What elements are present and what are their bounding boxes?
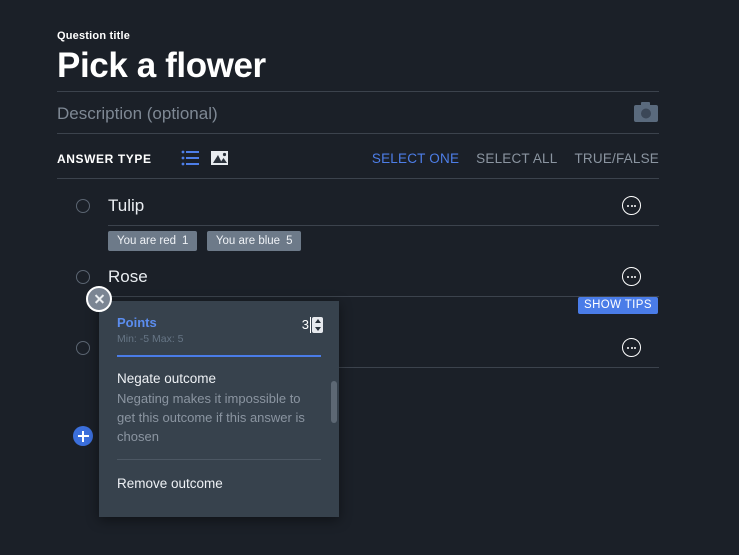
negate-outcome-label[interactable]: Negate outcome	[117, 369, 321, 388]
answer-type-divider	[57, 178, 659, 179]
popup-scrollbar-thumb[interactable]	[331, 381, 337, 423]
answer-type-bar: ANSWER TYPE SELECT ONE SELECT ALL TRUE/F…	[57, 148, 659, 172]
outcome-chip-points: 1	[182, 235, 189, 247]
ellipsis-dot	[627, 346, 630, 349]
outcome-chip-label: You are blue	[215, 235, 281, 247]
answer-text-input[interactable]: Tulip	[108, 194, 144, 218]
outcome-chip-label: You are red	[117, 235, 177, 247]
description-row: Description (optional)	[57, 100, 659, 132]
mode-true-false[interactable]: TRUE/FALSE	[574, 151, 659, 166]
outcome-chip[interactable]: You are blue 5	[206, 231, 302, 251]
question-editor-page: Question title Pick a flower Description…	[0, 0, 739, 555]
outcome-options-popup: Points Min: -5 Max: 5 3 Negate outcome N…	[99, 301, 339, 517]
ellipsis-dot	[633, 204, 636, 207]
outcome-chip-row: You are red 1 You are blue 5	[57, 226, 659, 257]
answer-text-input[interactable]: Rose	[108, 265, 148, 289]
answer-radio[interactable]	[76, 341, 90, 355]
answer-row: Rose	[57, 257, 659, 297]
answer-menu-button[interactable]	[622, 267, 641, 286]
points-label: Points	[117, 315, 157, 330]
ellipsis-dot	[627, 275, 630, 278]
answer-radio[interactable]	[76, 199, 90, 213]
description-input[interactable]: Description (optional)	[57, 102, 218, 126]
list-icon[interactable]	[181, 149, 201, 167]
mode-select-one[interactable]: SELECT ONE	[372, 151, 459, 166]
image-icon[interactable]	[210, 149, 230, 167]
camera-icon[interactable]	[633, 100, 659, 124]
show-tips-badge[interactable]: SHOW TIPS	[578, 297, 658, 314]
title-divider	[57, 91, 659, 92]
spinner-icon[interactable]	[312, 317, 323, 333]
ellipsis-dot	[633, 346, 636, 349]
points-stepper[interactable]: 3	[302, 317, 323, 333]
ellipsis-dot	[630, 346, 633, 349]
question-title-eyebrow: Question title	[57, 30, 131, 42]
mode-select-all[interactable]: SELECT ALL	[476, 151, 557, 166]
page-title[interactable]: Pick a flower	[57, 45, 659, 87]
close-icon[interactable]	[86, 286, 112, 312]
negate-outcome-item[interactable]: Negate outcome Negating makes it impossi…	[99, 357, 339, 459]
ellipsis-dot	[630, 275, 633, 278]
answer-radio[interactable]	[76, 270, 90, 284]
ellipsis-dot	[630, 204, 633, 207]
outcome-chip-points: 5	[286, 235, 293, 247]
answer-type-label: ANSWER TYPE	[57, 152, 152, 166]
description-divider	[57, 133, 659, 134]
answer-menu-button[interactable]	[622, 338, 641, 357]
ellipsis-dot	[633, 275, 636, 278]
spinner-down-arrow[interactable]	[314, 327, 321, 331]
points-section: Points Min: -5 Max: 5 3	[99, 301, 339, 355]
answer-type-modes: SELECT ONE SELECT ALL TRUE/FALSE	[372, 151, 659, 166]
spinner-up-arrow[interactable]	[314, 319, 321, 323]
outcome-chip[interactable]: You are red 1	[108, 231, 198, 251]
negate-outcome-description: Negating makes it impossible to get this…	[117, 391, 305, 444]
remove-outcome-item[interactable]: Remove outcome	[99, 460, 339, 507]
answer-row: Tulip	[57, 186, 659, 226]
add-answer-button[interactable]	[73, 426, 93, 446]
answer-menu-button[interactable]	[622, 196, 641, 215]
question-header: Question title Pick a flower	[57, 30, 659, 87]
ellipsis-dot	[627, 204, 630, 207]
points-input[interactable]: 3	[302, 317, 311, 333]
points-range-hint: Min: -5 Max: 5	[117, 333, 184, 345]
